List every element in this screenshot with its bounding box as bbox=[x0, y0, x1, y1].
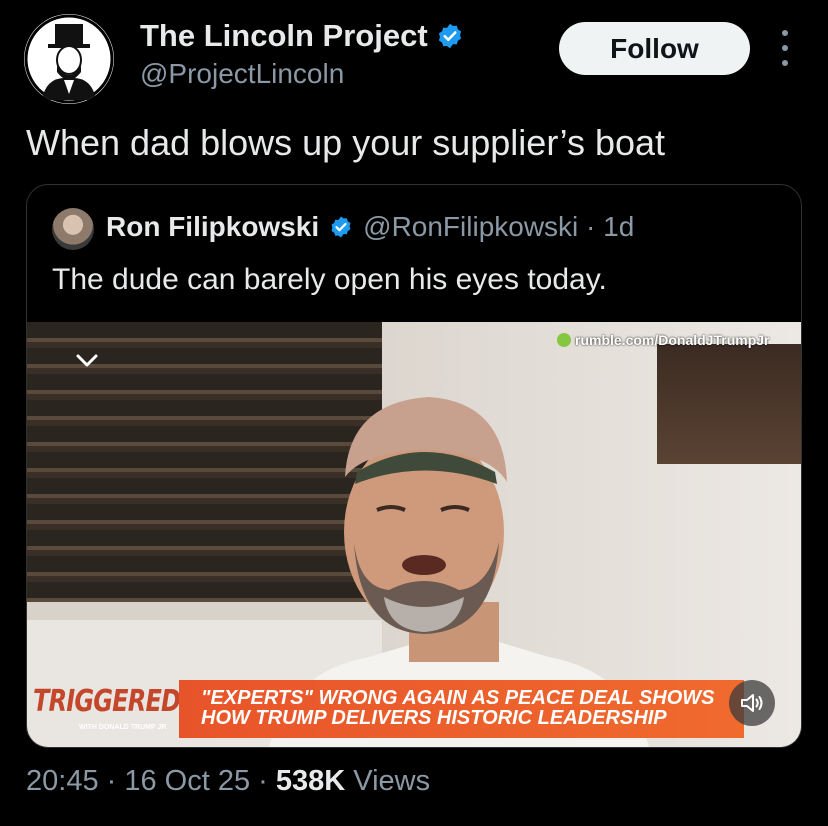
views-count: 538K bbox=[275, 765, 346, 797]
video-watermark-text: rumble.com/DonaldJTrumpJr bbox=[575, 332, 770, 348]
video-player[interactable]: rumble.com/DonaldJTrumpJr TRIGGERED WITH… bbox=[27, 322, 801, 747]
show-logo: TRIGGERED bbox=[33, 684, 181, 719]
tweet-text: When dad blows up your supplier’s boat bbox=[26, 122, 666, 163]
tweet-timestamp[interactable]: 20:45 · 16 Oct 25 · bbox=[26, 765, 276, 797]
show-logo-subtitle: WITH DONALD TRUMP JR bbox=[79, 724, 167, 731]
video-wall-decor bbox=[657, 344, 801, 464]
volume-button[interactable] bbox=[729, 680, 775, 726]
volume-icon bbox=[741, 694, 763, 712]
lower-third-line-1: "EXPERTS" WRONG AGAIN AS PEACE DEAL SHOW… bbox=[201, 687, 715, 709]
verified-badge-icon bbox=[438, 23, 461, 49]
rumble-logo-icon bbox=[557, 333, 571, 347]
quoted-author-avatar[interactable] bbox=[52, 208, 94, 250]
tweet-meta: 20:45 · 16 Oct 25 · 538K Views bbox=[26, 765, 430, 798]
lower-third-line-2: HOW TRUMP DELIVERS HISTORIC LEADERSHIP bbox=[201, 707, 667, 729]
quoted-author-name[interactable]: Ron Filipkowski bbox=[106, 211, 319, 243]
author-avatar[interactable] bbox=[24, 14, 114, 104]
verified-badge-icon bbox=[331, 216, 351, 238]
author-handle[interactable]: @ProjectLincoln bbox=[140, 58, 344, 90]
chevron-down-icon[interactable] bbox=[73, 350, 101, 370]
quoted-tweet-text: The dude can barely open his eyes today. bbox=[52, 263, 607, 296]
more-options-icon[interactable] bbox=[774, 30, 796, 66]
views-label: Views bbox=[345, 765, 431, 797]
video-lower-third: "EXPERTS" WRONG AGAIN AS PEACE DEAL SHOW… bbox=[179, 680, 744, 738]
author-name-text[interactable]: The Lincoln Project bbox=[140, 18, 428, 54]
quoted-author-row[interactable]: Ron Filipkowski @RonFilipkowski · 1d bbox=[106, 211, 634, 243]
quoted-author-handle: @RonFilipkowski · 1d bbox=[363, 211, 635, 242]
lincoln-portrait-logo-icon bbox=[24, 14, 114, 104]
follow-button[interactable]: Follow bbox=[559, 22, 750, 75]
video-watermark: rumble.com/DonaldJTrumpJr bbox=[557, 332, 769, 348]
author-name[interactable]: The Lincoln Project bbox=[140, 18, 464, 54]
